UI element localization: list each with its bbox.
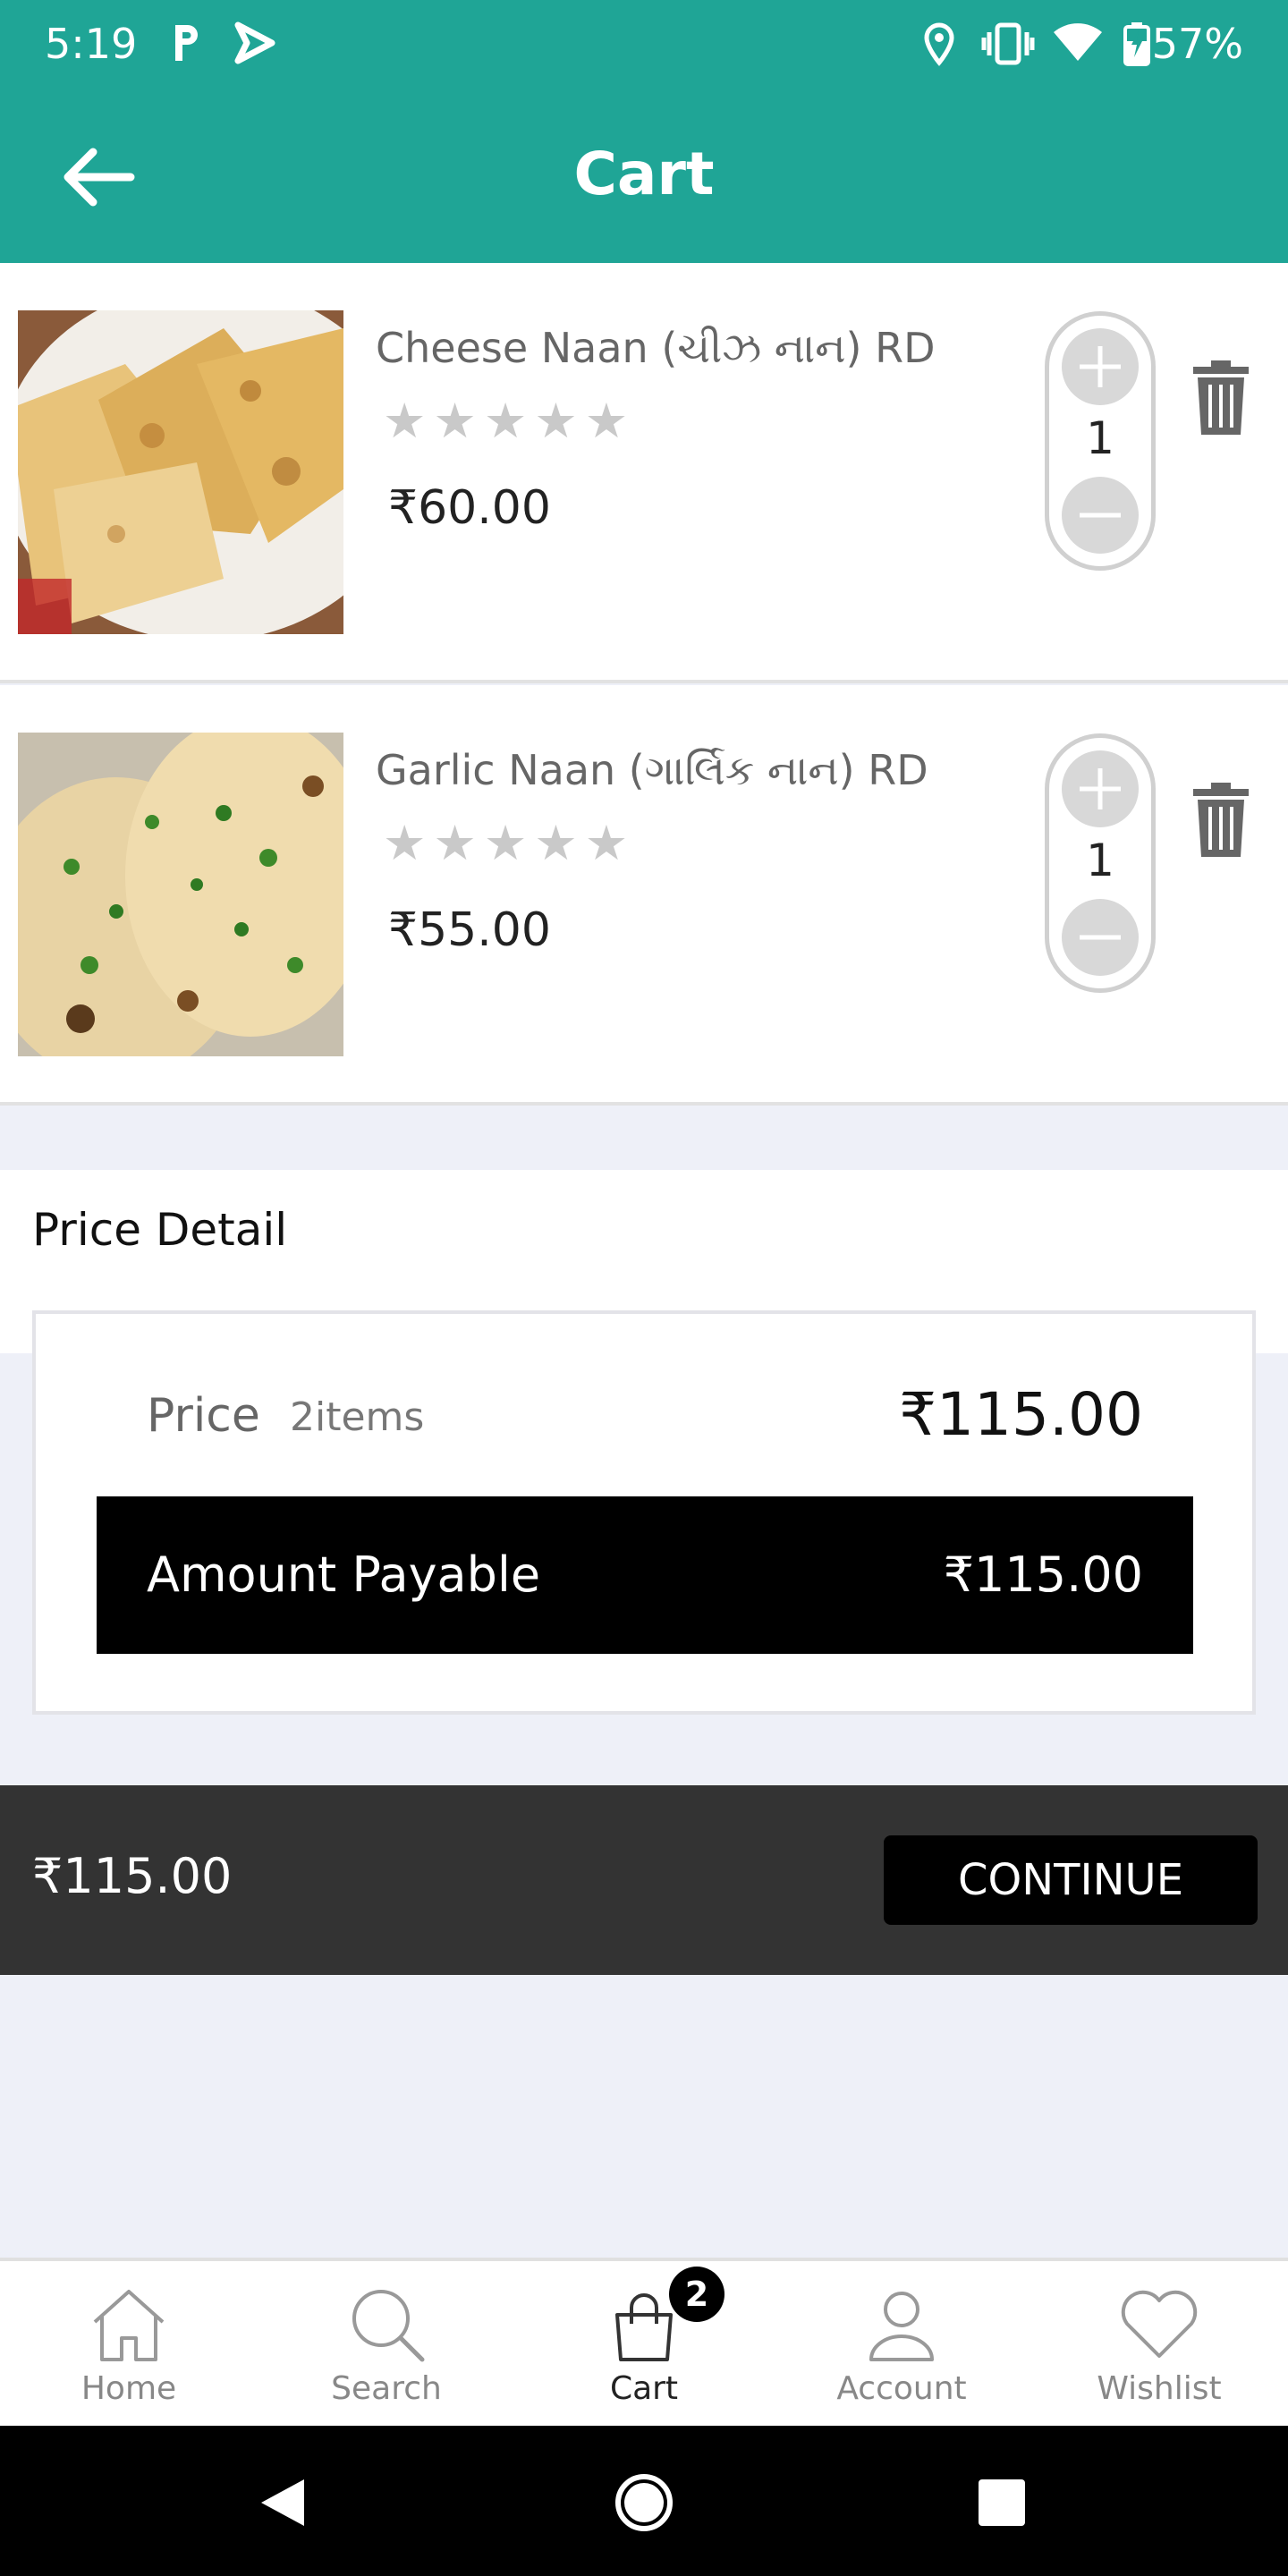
cart-item: Garlic Naan (ગાર્લિક નાન) RD ★ ★ ★ ★ ★ ₹… bbox=[0, 685, 1288, 1106]
quantity-stepper: 1 bbox=[1045, 311, 1156, 571]
decrease-quantity-button[interactable] bbox=[1062, 477, 1139, 554]
price-label: Price bbox=[147, 1389, 260, 1443]
product-price: ₹55.00 bbox=[388, 903, 551, 957]
product-name[interactable]: Cheese Naan (ચીઝ નાન) RD bbox=[376, 324, 936, 374]
nav-label: Wishlist bbox=[1097, 2370, 1222, 2407]
star-icon: ★ bbox=[584, 815, 629, 871]
cart-count-badge: 2 bbox=[669, 2267, 724, 2322]
nav-item-cart[interactable]: 2 Cart bbox=[515, 2261, 773, 2426]
nav-item-search[interactable]: Search bbox=[258, 2261, 515, 2426]
battery-icon bbox=[1123, 22, 1150, 66]
star-icon: ★ bbox=[584, 393, 629, 449]
plus-icon bbox=[1080, 346, 1121, 387]
vibrate-icon bbox=[981, 22, 1035, 65]
quantity-value: 1 bbox=[1086, 835, 1114, 886]
price-value: ₹115.00 bbox=[899, 1380, 1143, 1449]
system-recents-icon[interactable] bbox=[977, 2478, 1027, 2528]
nav-label: Home bbox=[80, 2370, 177, 2407]
product-price: ₹60.00 bbox=[388, 481, 551, 535]
status-bar: 5:19 57% bbox=[0, 0, 1288, 89]
product-image[interactable] bbox=[18, 733, 343, 1056]
product-image[interactable] bbox=[18, 310, 343, 634]
nav-label: Search bbox=[331, 2370, 442, 2407]
increase-quantity-button[interactable] bbox=[1062, 328, 1139, 405]
quantity-stepper: 1 bbox=[1045, 733, 1156, 993]
rating-stars: ★ ★ ★ ★ ★ bbox=[383, 819, 628, 868]
system-home-icon[interactable] bbox=[614, 2472, 674, 2533]
star-icon: ★ bbox=[534, 815, 578, 871]
app-bar: Cart bbox=[0, 89, 1288, 263]
delete-icon[interactable] bbox=[1190, 782, 1252, 859]
checkout-bar: ₹115.00 CONTINUE bbox=[0, 1785, 1288, 1975]
amount-payable-row: Amount Payable ₹115.00 bbox=[97, 1496, 1193, 1654]
item-count: 2items bbox=[290, 1394, 425, 1440]
wifi-icon bbox=[1054, 23, 1102, 61]
search-icon bbox=[352, 2290, 425, 2362]
star-icon: ★ bbox=[433, 393, 477, 449]
star-icon: ★ bbox=[483, 815, 528, 871]
nav-label: Cart bbox=[609, 2370, 679, 2407]
increase-quantity-button[interactable] bbox=[1062, 750, 1139, 827]
delete-icon[interactable] bbox=[1190, 360, 1252, 436]
status-time: 5:19 bbox=[45, 20, 138, 68]
plus-icon bbox=[1080, 768, 1121, 809]
minus-icon bbox=[1080, 935, 1121, 940]
amount-payable-label: Amount Payable bbox=[147, 1546, 541, 1603]
nav-item-home[interactable]: Home bbox=[0, 2261, 258, 2426]
bottom-nav: Home Search 2 Cart Account Wishlist bbox=[0, 2258, 1288, 2426]
star-icon: ★ bbox=[483, 393, 528, 449]
quantity-value: 1 bbox=[1086, 412, 1114, 464]
rating-stars: ★ ★ ★ ★ ★ bbox=[383, 397, 628, 445]
product-name[interactable]: Garlic Naan (ગાર્લિક નાન) RD bbox=[376, 746, 928, 796]
system-nav-bar bbox=[0, 2426, 1288, 2576]
home-icon bbox=[93, 2290, 165, 2361]
battery-percent: 57% bbox=[1151, 20, 1243, 68]
continue-button[interactable]: CONTINUE bbox=[884, 1835, 1258, 1925]
system-back-icon[interactable] bbox=[256, 2476, 309, 2529]
location-icon bbox=[924, 22, 954, 66]
star-icon: ★ bbox=[534, 393, 578, 449]
nav-item-wishlist[interactable]: Wishlist bbox=[1030, 2261, 1288, 2426]
account-icon bbox=[869, 2292, 934, 2361]
star-icon: ★ bbox=[383, 815, 427, 871]
parking-app-icon bbox=[175, 25, 198, 61]
star-icon: ★ bbox=[433, 815, 477, 871]
nav-label: Account bbox=[836, 2370, 967, 2407]
price-detail-heading: Price Detail bbox=[32, 1204, 288, 1256]
heart-icon bbox=[1121, 2290, 1198, 2358]
delivery-app-icon bbox=[234, 21, 275, 64]
decrease-quantity-button[interactable] bbox=[1062, 899, 1139, 976]
page-title: Cart bbox=[573, 140, 715, 208]
checkout-total: ₹115.00 bbox=[32, 1848, 233, 1904]
cart-item: Cheese Naan (ચીઝ નાન) RD ★ ★ ★ ★ ★ ₹60.0… bbox=[0, 263, 1288, 683]
nav-item-account[interactable]: Account bbox=[773, 2261, 1030, 2426]
price-summary-card: Price 2items ₹115.00 Amount Payable ₹115… bbox=[32, 1310, 1256, 1715]
minus-icon bbox=[1080, 513, 1121, 518]
star-icon: ★ bbox=[383, 393, 427, 449]
amount-payable-value: ₹115.00 bbox=[943, 1546, 1143, 1603]
